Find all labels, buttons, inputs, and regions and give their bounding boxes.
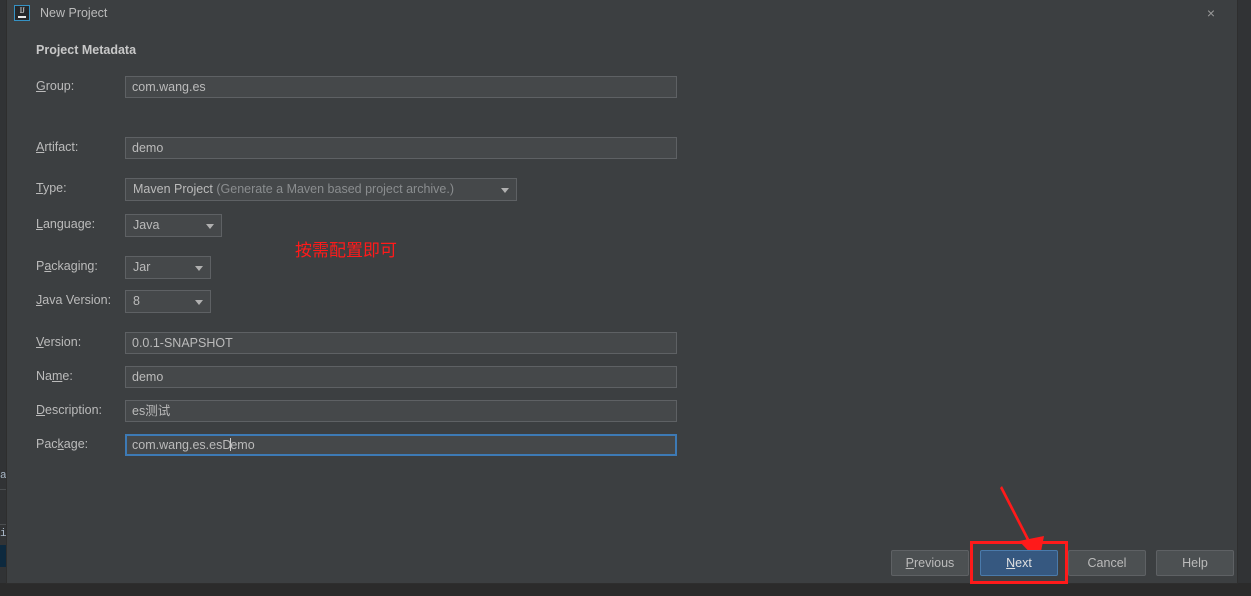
group-input[interactable]: com.wang.es (125, 76, 677, 98)
label-name-mnemonic: m (51, 369, 63, 383)
label-description-text: escription: (45, 403, 103, 417)
label-version: Version: (36, 335, 81, 349)
package-input[interactable]: com.wang.es.esDemo (125, 434, 677, 456)
dialog-button-bar: Previous Next Cancel Help (7, 539, 1237, 584)
intellij-logo-icon: IJ (14, 5, 30, 21)
label-group-text: roup: (45, 79, 75, 93)
description-input[interactable]: es测试 (125, 400, 677, 422)
type-combobox-description: (Generate a Maven based project archive.… (216, 182, 455, 196)
label-name: Name: (36, 369, 73, 383)
close-icon[interactable]: × (1203, 5, 1219, 21)
screen-root: ac ig IJ New Project × Project Metadata … (0, 0, 1251, 596)
chevron-down-icon (195, 300, 203, 305)
cancel-button[interactable]: Cancel (1068, 550, 1146, 576)
packaging-combobox-value: Jar (133, 260, 151, 274)
label-description: Description: (36, 403, 102, 417)
new-project-dialog: IJ New Project × Project Metadata Group:… (7, 0, 1237, 584)
label-name-text: e: (62, 369, 73, 383)
next-button-mnemonic: N (1006, 556, 1016, 570)
next-button-label: ext (1015, 556, 1032, 570)
dialog-body: Project Metadata Group: com.wang.es Arti… (7, 28, 1237, 562)
label-java-version-text: ava Version: (42, 293, 112, 307)
label-version-mnemonic: V (36, 335, 44, 349)
label-group-mnemonic: G (36, 79, 46, 93)
label-artifact-text: rtifact: (44, 140, 79, 154)
previous-button-mnemonic: P (905, 556, 915, 570)
label-package-text: age: (63, 437, 89, 451)
package-input-text-before-caret: com.wang.es.esD (132, 438, 232, 452)
dialog-title: New Project (40, 6, 108, 20)
label-packaging: Packaging: (36, 259, 98, 273)
label-package: Package: (36, 437, 88, 451)
logo-text: IJ (19, 6, 25, 15)
label-description-mnemonic: D (36, 403, 46, 417)
logo-underline (18, 16, 26, 18)
label-language-text: anguage: (42, 217, 96, 231)
version-input[interactable]: 0.0.1-SNAPSHOT (125, 332, 677, 354)
artifact-input[interactable]: demo (125, 137, 677, 159)
type-combobox[interactable]: Maven Project (Generate a Maven based pr… (125, 178, 517, 201)
java-version-combobox-value: 8 (133, 294, 140, 308)
label-name-pre: Na (36, 369, 52, 383)
label-type-mnemonic: T (36, 181, 43, 195)
language-combobox[interactable]: Java (125, 214, 222, 237)
label-group: Group: (36, 79, 74, 93)
label-artifact: Artifact: (36, 140, 78, 154)
type-combobox-value: Maven Project (133, 182, 213, 196)
packaging-combobox[interactable]: Jar (125, 256, 211, 279)
label-language-mnemonic: L (36, 217, 43, 231)
label-language: Language: (36, 217, 95, 231)
label-version-text: ersion: (43, 335, 82, 349)
annotation-note-text: 按需配置即可 (295, 241, 397, 261)
previous-button[interactable]: Previous (891, 550, 969, 576)
package-input-text-after-caret: emo (230, 438, 255, 452)
label-type-text: ype: (42, 181, 67, 195)
label-package-pre: Pac (36, 437, 58, 451)
section-title: Project Metadata (36, 43, 137, 57)
java-version-combobox[interactable]: 8 (125, 290, 211, 313)
previous-button-label: revious (914, 556, 955, 570)
label-packaging-text: ckaging: (51, 259, 98, 273)
name-input[interactable]: demo (125, 366, 677, 388)
chevron-down-icon (195, 266, 203, 271)
language-combobox-value: Java (133, 218, 160, 232)
ide-status-bar (0, 583, 1251, 596)
dialog-titlebar: IJ New Project × (7, 0, 1237, 28)
next-button[interactable]: Next (980, 550, 1058, 576)
label-java-version: Java Version: (36, 293, 111, 307)
label-type: Type: (36, 181, 67, 195)
chevron-down-icon (501, 188, 509, 193)
chevron-down-icon (206, 224, 214, 229)
help-button[interactable]: Help (1156, 550, 1234, 576)
